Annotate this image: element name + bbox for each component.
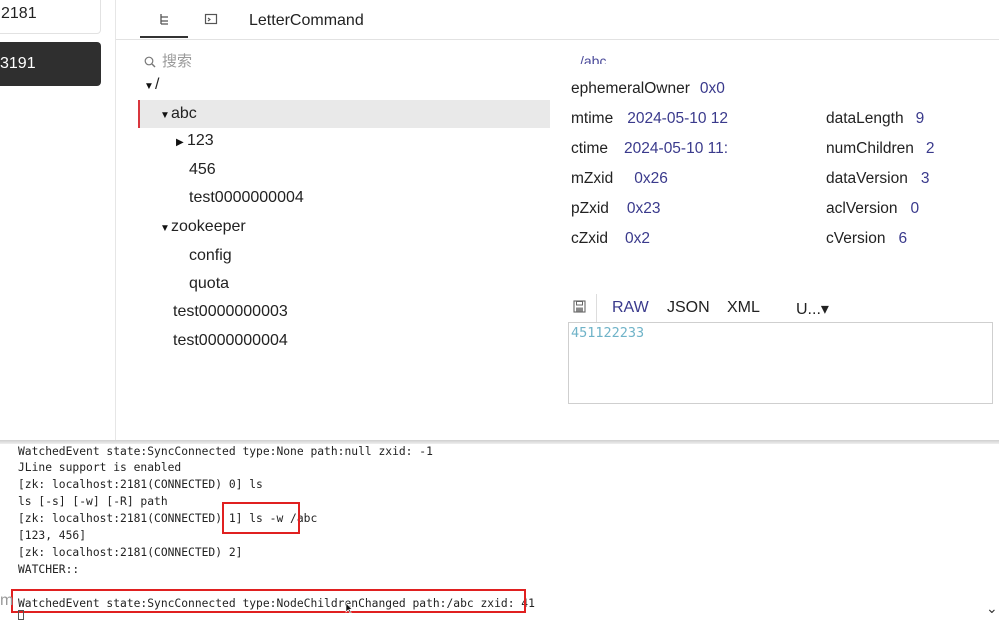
search-icon — [144, 56, 156, 68]
chevron-down-icon[interactable]: ⌄ — [986, 600, 998, 617]
tree-node-test0000000004[interactable]: test0000000004 — [189, 185, 304, 211]
tree-node-config[interactable]: config — [189, 243, 232, 269]
terminal-line: [zk: localhost:2181(CONNECTED) 2] — [18, 546, 243, 559]
tree-node-label: 123 — [187, 132, 214, 149]
tree-node-test0000000003[interactable]: test0000000003 — [173, 299, 288, 325]
stat-data-length: dataLength 9 — [826, 110, 925, 127]
stat-data-version: dataVersion 3 — [826, 170, 930, 187]
stat-ctime: ctime 2024-05-10 11: — [571, 140, 729, 157]
save-icon[interactable] — [573, 300, 586, 318]
zookeeper-gui-window: 2181 3191 LetterCommand 搜索 ▼/ ▼abc ▶ 123 … — [0, 0, 999, 440]
tree-node-label: / — [155, 76, 160, 93]
node-data-value: 451122233 — [571, 325, 645, 341]
terminal-icon[interactable] — [204, 12, 218, 26]
connection-panel: 2181 3191 — [0, 0, 116, 440]
terminal-line: WatchedEvent state:SyncConnected type:No… — [18, 445, 433, 458]
node-data-editor[interactable]: 451122233 — [568, 322, 993, 404]
stat-num-children: numChildren 2 — [826, 140, 935, 157]
tree-node-456[interactable]: 456 — [189, 157, 216, 183]
stat-pzxid: pZxid 0x23 — [571, 200, 661, 217]
terminal-line: WATCHER:: — [18, 563, 80, 576]
highlight-box-command — [222, 502, 300, 534]
data-toolbar: RAW JSON XML U...▾ — [568, 294, 858, 322]
tree-node-zookeeper[interactable]: ▼zookeeper — [160, 214, 246, 240]
stat-ephemeral-owner: ephemeralOwner 0x0 — [571, 80, 725, 97]
terminal-line: [zk: localhost:2181(CONNECTED) 0] ls — [18, 478, 263, 491]
caret-right-icon[interactable]: ▶ — [176, 130, 187, 156]
tree-node-test0000000004[interactable]: test0000000004 — [173, 328, 288, 354]
terminal-line: ls [-s] [-w] [-R] path — [18, 495, 168, 508]
node-path: /abc — [580, 53, 607, 64]
tab-letter-command[interactable]: LetterCommand — [249, 12, 364, 30]
tree-node-123[interactable]: ▶ 123 — [176, 128, 214, 154]
highlight-box-event — [11, 589, 526, 613]
tree-node-quota[interactable]: quota — [189, 271, 229, 297]
stat-c-version: cVersion 6 — [826, 230, 908, 247]
tree-node-root[interactable]: ▼/ — [144, 72, 159, 98]
format-xml-button[interactable]: XML — [727, 299, 760, 317]
format-more-dropdown[interactable]: U...▾ — [796, 299, 829, 319]
active-tab-indicator — [140, 36, 188, 38]
terminal-line: [123, 456] — [18, 529, 87, 542]
stat-acl-version: aclVersion 0 — [826, 200, 920, 217]
tree-node-label: abc — [171, 105, 197, 122]
toolbar-divider — [596, 294, 597, 322]
caret-down-icon[interactable]: ▼ — [160, 216, 171, 242]
tree-node-abc[interactable]: ▼abc — [138, 100, 550, 128]
format-raw-button[interactable]: RAW — [612, 299, 649, 317]
connection-item[interactable]: 2181 — [0, 0, 101, 34]
stat-mzxid: mZxid 0x26 — [571, 170, 668, 187]
stat-mtime: mtime 2024-05-10 12 — [571, 110, 729, 127]
format-json-button[interactable]: JSON — [667, 299, 710, 317]
mouse-pointer-icon — [345, 602, 353, 614]
connection-item-active[interactable]: 3191 — [0, 42, 101, 86]
caret-down-icon[interactable]: ▼ — [144, 74, 155, 100]
stat-czxid: cZxid 0x2 — [571, 230, 651, 247]
search-input[interactable]: 搜索 — [144, 50, 192, 70]
tab-bar: LetterCommand — [116, 0, 999, 40]
tree-icon[interactable] — [158, 12, 172, 26]
caret-down-icon[interactable]: ▼ — [160, 102, 171, 130]
terminal-cursor — [18, 610, 24, 620]
search-placeholder: 搜索 — [162, 53, 193, 70]
terminal-gutter: m — [0, 592, 14, 609]
terminal-output: WatchedEvent state:SyncConnected type:No… — [0, 444, 999, 621]
tree-node-label: zookeeper — [171, 218, 246, 235]
terminal-line: JLine support is enabled — [18, 461, 182, 474]
